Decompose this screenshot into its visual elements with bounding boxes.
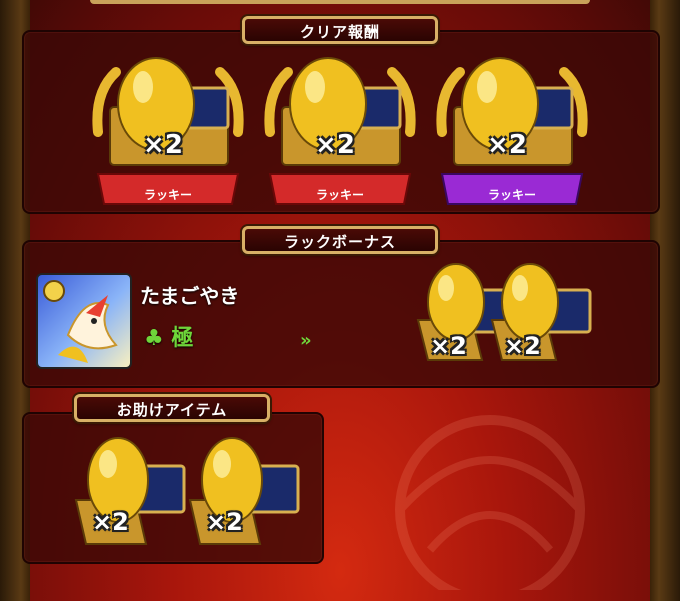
luck-bonus-title: ラックボーナス bbox=[242, 226, 438, 254]
helper-item-2[interactable]: ×2 bbox=[184, 436, 304, 550]
monster-name: たまごやき bbox=[140, 284, 240, 308]
clover-icon: ♣ bbox=[144, 326, 164, 351]
top-frame-edge bbox=[90, 0, 590, 4]
reward-multiplier: ×2 bbox=[315, 130, 355, 160]
luck-rank-label: 極 bbox=[171, 326, 194, 351]
arrow-icon: » bbox=[300, 330, 311, 351]
lucky-badge: ラッキー bbox=[487, 188, 536, 202]
lucky-badge: ラッキー bbox=[143, 188, 192, 202]
lucky-badge: ラッキー bbox=[315, 188, 364, 202]
reward-multiplier: ×2 bbox=[143, 130, 183, 160]
golden-egg-chest-icon bbox=[188, 437, 300, 545]
helper-multiplier: ×2 bbox=[92, 508, 129, 536]
reward-slot-3[interactable]: ×2 ラッキー bbox=[432, 52, 592, 212]
golden-egg-chest-icon bbox=[490, 263, 592, 361]
dragon-monster-icon bbox=[43, 280, 118, 363]
bonus-multiplier: ×2 bbox=[430, 332, 467, 360]
luck-rank: ♣ 極 bbox=[144, 320, 193, 352]
reward-slot-1[interactable]: ×2 ラッキー bbox=[88, 52, 248, 212]
luck-bonus-item-2[interactable]: ×2 bbox=[486, 262, 596, 366]
clear-reward-title: クリア報酬 bbox=[242, 16, 438, 44]
helper-items-title: お助けアイテム bbox=[74, 394, 270, 422]
helper-multiplier: ×2 bbox=[206, 508, 243, 536]
monster-avatar[interactable] bbox=[36, 273, 132, 369]
golden-egg-chest-icon bbox=[74, 437, 186, 545]
helper-item-1[interactable]: ×2 bbox=[70, 436, 190, 550]
reward-slot-2[interactable]: ×2 ラッキー bbox=[260, 52, 420, 212]
bonus-multiplier: ×2 bbox=[504, 332, 541, 360]
reward-multiplier: ×2 bbox=[487, 130, 527, 160]
background-dragon-emblem bbox=[395, 415, 585, 590]
